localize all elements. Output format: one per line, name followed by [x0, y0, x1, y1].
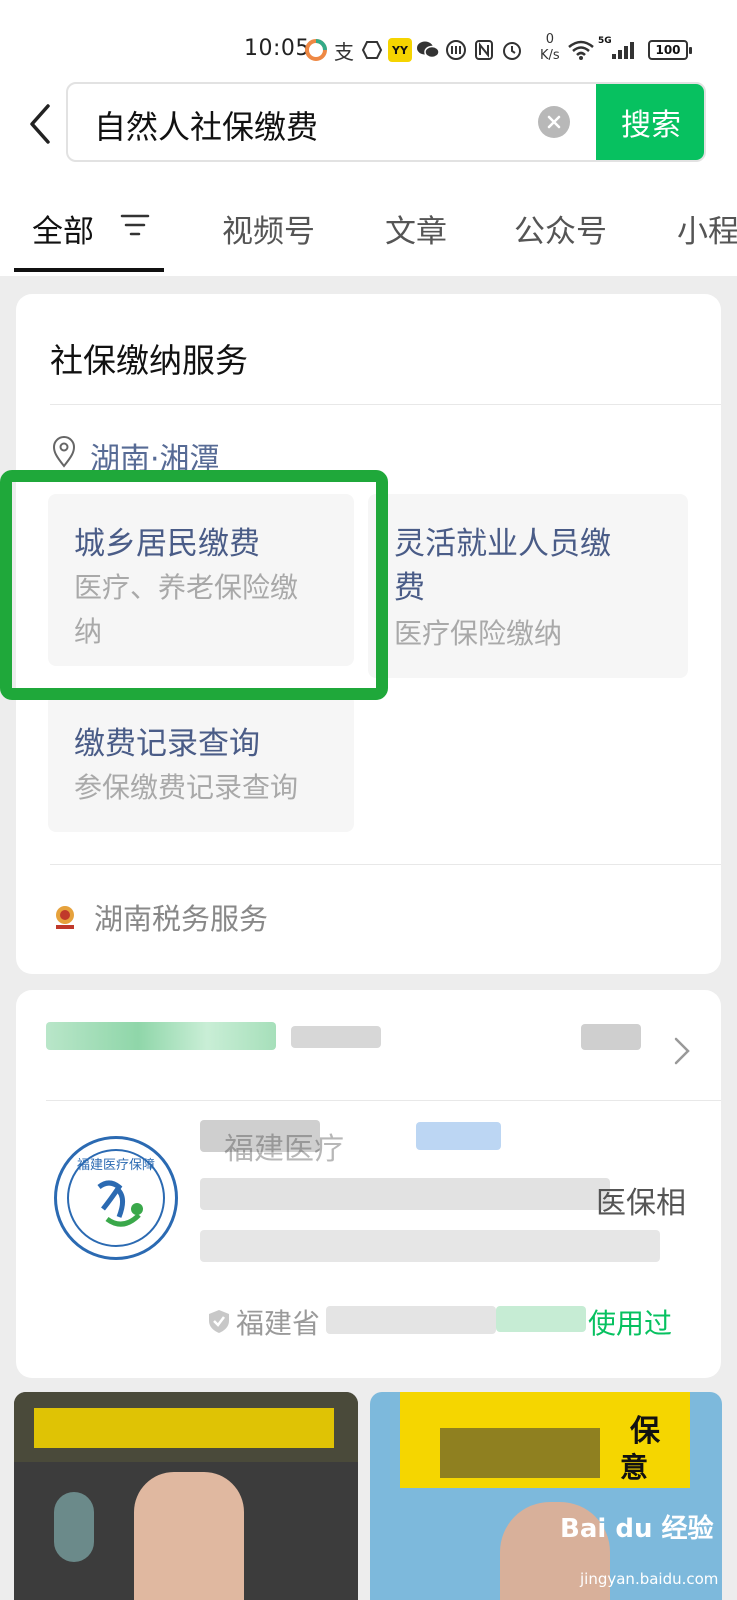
clear-search-button[interactable] [538, 106, 570, 138]
mini-program-result-card[interactable]: 福建医疗保障 福建医疗 医保相 福建省 使用过 [16, 990, 721, 1378]
service-flexible-employment-payment[interactable]: 灵活就业人员缴 费 医疗保险缴纳 [368, 494, 688, 678]
tab-mini-programs[interactable]: 小程 [677, 206, 737, 251]
yy-app-icon: YY [388, 38, 412, 62]
blurred-used-text [496, 1306, 586, 1332]
signal-icon: 5G [598, 36, 638, 62]
blurred-header-text [291, 1026, 381, 1048]
network-speed-unit: K/s [540, 48, 560, 63]
search-button[interactable]: 搜索 [596, 84, 704, 160]
baidu-watermark: Bai du 经验 [560, 1514, 714, 1544]
hand-icon [360, 38, 384, 62]
service-title: 灵活就业人员缴 [394, 526, 611, 562]
divider [50, 404, 721, 405]
video-thumbnail[interactable] [14, 1392, 358, 1600]
blurred-title-text [440, 1428, 600, 1478]
vase-image [54, 1492, 94, 1562]
alipay-icon: 支 [334, 39, 354, 64]
search-bar: 自然人社保缴费 搜索 [66, 82, 706, 162]
watermark-url: jingyan.baidu.com [580, 1570, 719, 1588]
service-title-cont: 费 [394, 570, 425, 606]
alarm-icon [500, 38, 524, 62]
highlight-box [0, 470, 388, 700]
result-tabs: 全部 视频号 文章 公众号 小程 [0, 196, 737, 276]
blurred-description [200, 1178, 610, 1210]
blurred-tag [416, 1122, 501, 1150]
battery-icon: 100 [648, 40, 692, 60]
logo-text: 福建医疗保障 [77, 1158, 155, 1173]
fujian-medical-logo-icon: 福建医疗保障 [54, 1136, 178, 1260]
tax-bureau-logo-icon [52, 904, 78, 930]
verified-icon [206, 1308, 232, 1334]
video-title-overlay [34, 1408, 334, 1448]
nfc-icon [472, 38, 496, 62]
tab-official-accounts[interactable]: 公众号 [514, 206, 607, 251]
app-notification-icon [304, 38, 328, 62]
filter-icon[interactable] [120, 212, 150, 238]
service-title: 缴费记录查询 [74, 726, 260, 762]
network-speed: 0 K/s [540, 32, 560, 64]
status-bar: 10:05 支 YY 0 K/s 5G 100 [0, 30, 737, 74]
service-subtitle: 参保缴费记录查询 [74, 771, 299, 804]
network-type: 5G [598, 36, 612, 46]
used-by-friends: 使用过 [588, 1307, 673, 1340]
card-title: 社保缴纳服务 [50, 341, 248, 380]
blurred-more-text [581, 1024, 641, 1050]
mini-program-name: 福建医疗 [224, 1132, 344, 1167]
close-icon [547, 115, 561, 129]
person-image [134, 1472, 244, 1600]
tab-channels[interactable]: 视频号 [222, 206, 315, 251]
chevron-right-icon[interactable] [673, 1036, 691, 1066]
location-pin-icon [52, 436, 76, 468]
network-speed-value: 0 [545, 32, 554, 47]
service-provider[interactable]: 湖南税务服务 [94, 896, 268, 938]
wifi-icon [566, 38, 596, 62]
status-time: 10:05 [244, 36, 310, 61]
divider [46, 1100, 721, 1101]
service-subtitle: 医疗保险缴纳 [394, 617, 563, 650]
tab-articles[interactable]: 文章 [385, 206, 447, 251]
divider [50, 864, 721, 865]
blurred-source [326, 1306, 496, 1334]
blurred-header-text [46, 1022, 276, 1050]
back-button[interactable] [24, 98, 56, 150]
tab-all[interactable]: 全部 [32, 206, 94, 251]
service-payment-record-query[interactable]: 缴费记录查询 参保缴费记录查询 [48, 694, 354, 832]
video-title-text: 保 [630, 1414, 660, 1449]
blurred-description [200, 1230, 660, 1262]
video-thumbnail[interactable]: 保 意 [370, 1392, 722, 1600]
mini-program-source: 福建省 [236, 1307, 321, 1340]
mini-program-description: 医保相 [596, 1186, 686, 1221]
search-input[interactable]: 自然人社保缴费 [94, 102, 318, 148]
nfc-alt-icon [444, 38, 468, 62]
wechat-icon [416, 38, 440, 62]
active-tab-indicator [14, 268, 164, 272]
video-title-text: 意 [620, 1451, 649, 1484]
